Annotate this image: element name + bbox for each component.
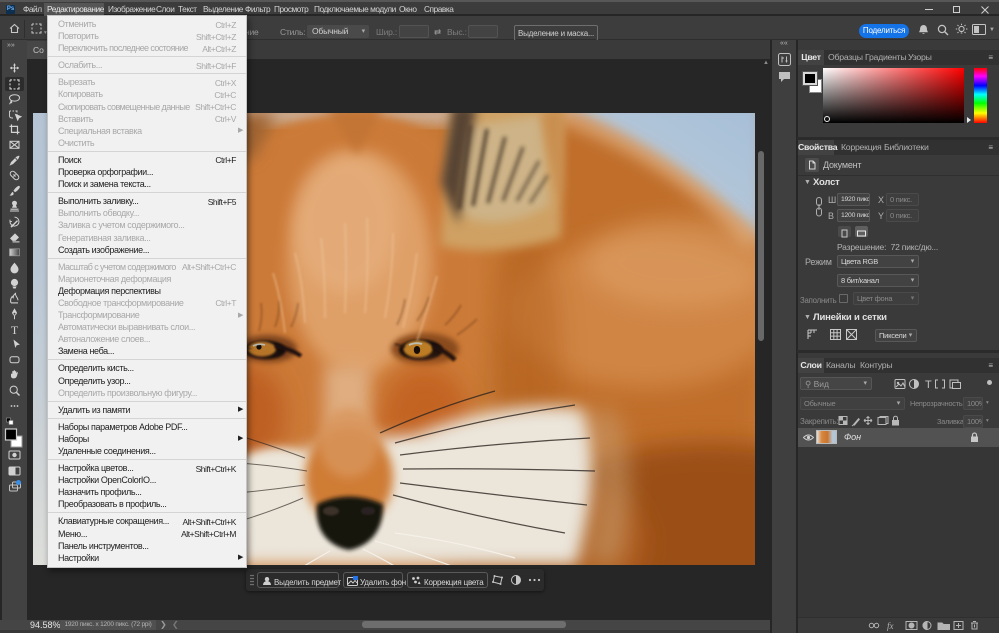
- svg-text:T: T: [925, 379, 932, 390]
- svg-text:T: T: [11, 323, 19, 337]
- svg-text:fx: fx: [887, 621, 894, 631]
